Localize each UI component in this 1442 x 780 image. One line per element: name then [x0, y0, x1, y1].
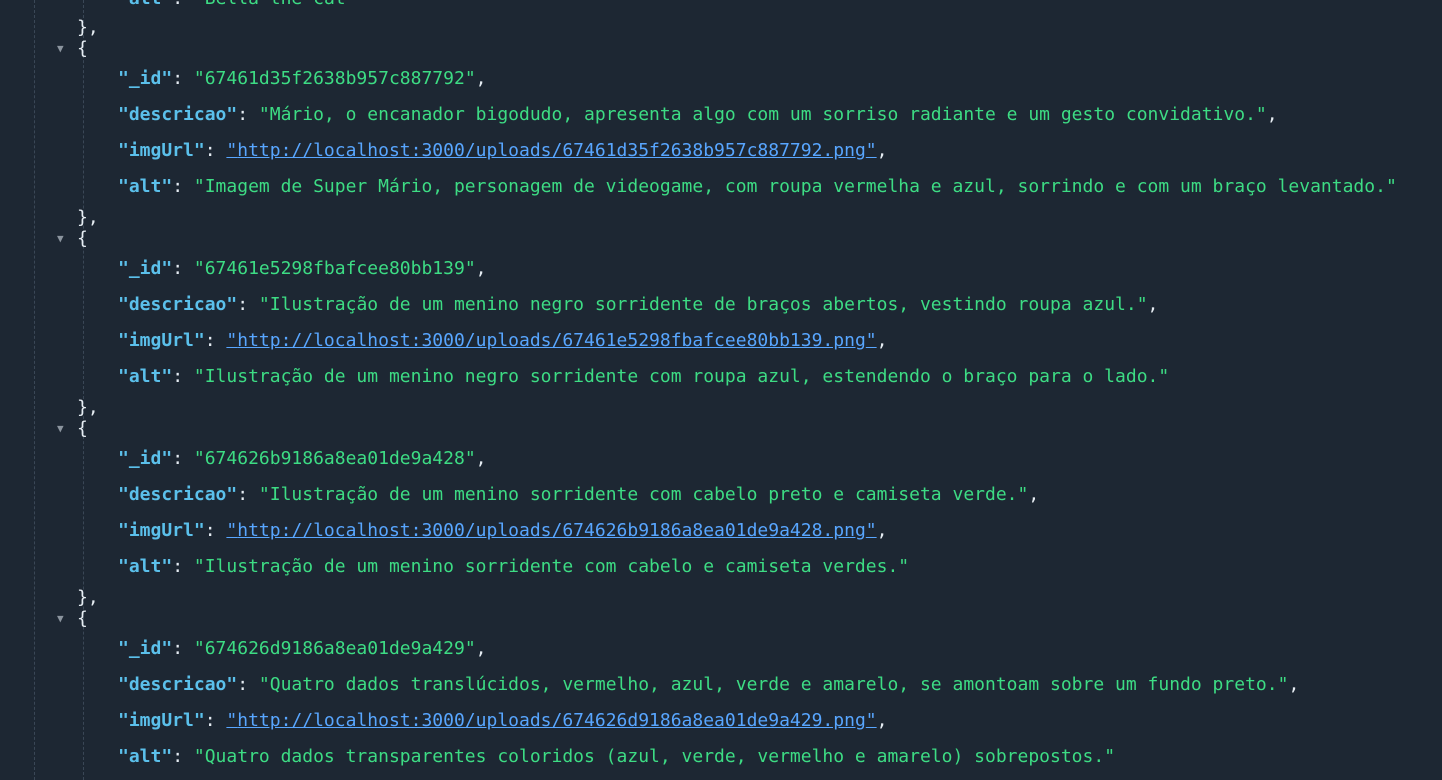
object-open-row: ▼ {: [57, 38, 88, 59]
json-key: "imgUrl": [118, 710, 205, 731]
imgurl-row: "imgUrl": "http://localhost:3000/uploads…: [118, 140, 888, 161]
img-url-link[interactable]: "http://localhost:3000/uploads/674626d91…: [226, 710, 876, 731]
json-key: "imgUrl": [118, 520, 205, 541]
alt-value: "Ilustração de um menino sorridente com …: [193, 556, 910, 577]
object-open-row: ▼ {: [57, 608, 88, 629]
descricao-value: "Ilustração de um menino sorridente com …: [258, 484, 1029, 505]
descricao-value: "Quatro dados translúcidos, vermelho, az…: [258, 674, 1289, 695]
json-key: "imgUrl": [118, 140, 205, 161]
indent-guide: [83, 0, 84, 780]
json-key: "_id": [118, 68, 173, 89]
object-open-row: ▼ {: [57, 228, 88, 249]
alt-row: "alt": "Ilustração de um menino negro so…: [118, 366, 1170, 387]
img-url-link[interactable]: "http://localhost:3000/uploads/67461e529…: [226, 330, 876, 351]
object-open-row: ▼ {: [57, 418, 88, 439]
descricao-row: "descricao": "Mário, o encanador bigodud…: [118, 104, 1278, 125]
json-key: "imgUrl": [118, 330, 205, 351]
alt-row: "alt": "Ilustração de um menino sorriden…: [118, 556, 910, 577]
descricao-row: "descricao": "Ilustração de um menino ne…: [118, 294, 1159, 315]
id-row: "_id": "674626d9186a8ea01de9a429",: [118, 638, 487, 659]
json-string-value: "Bella the cat": [194, 0, 357, 9]
json-key: "descricao": [118, 674, 238, 695]
json-key: "descricao": [118, 104, 238, 125]
alt-value: "Imagem de Super Mário, personagem de vi…: [193, 176, 1397, 197]
img-url-link[interactable]: "http://localhost:3000/uploads/674626b91…: [226, 520, 876, 541]
json-key: "_id": [118, 638, 173, 659]
id-row: "_id": "67461d35f2638b957c887792",: [118, 68, 487, 89]
alt-value: "Ilustração de um menino negro sorrident…: [193, 366, 1170, 387]
alt-value: "Quatro dados transparentes coloridos (a…: [193, 746, 1116, 767]
descricao-row: "descricao": "Ilustração de um menino so…: [118, 484, 1040, 505]
json-key: "descricao": [118, 484, 238, 505]
collapse-toggle-icon[interactable]: ▼: [57, 607, 69, 631]
json-key: "alt": [118, 0, 172, 9]
collapse-toggle-icon[interactable]: ▼: [57, 417, 69, 441]
id-row: "_id": "67461e5298fbafcee80bb139",: [118, 258, 487, 279]
imgurl-row: "imgUrl": "http://localhost:3000/uploads…: [118, 710, 888, 731]
imgurl-row: "imgUrl": "http://localhost:3000/uploads…: [118, 330, 888, 351]
descricao-value: "Ilustração de um menino negro sorrident…: [258, 294, 1148, 315]
json-key: "descricao": [118, 294, 238, 315]
json-viewer: "alt": "Bella the cat" }, ▼ { "_id": "67…: [0, 0, 1442, 780]
id-value: "674626d9186a8ea01de9a429": [193, 638, 476, 659]
descricao-value: "Mário, o encanador bigodudo, apresenta …: [258, 104, 1267, 125]
collapse-toggle-icon[interactable]: ▼: [57, 227, 69, 251]
json-key: "alt": [118, 556, 173, 577]
json-key: "_id": [118, 448, 173, 469]
json-key: "alt": [118, 176, 173, 197]
id-value: "67461d35f2638b957c887792": [193, 68, 476, 89]
id-value: "67461e5298fbafcee80bb139": [193, 258, 476, 279]
id-value: "674626b9186a8ea01de9a428": [193, 448, 476, 469]
alt-row: "alt": "Imagem de Super Mário, personage…: [118, 176, 1397, 197]
img-url-link[interactable]: "http://localhost:3000/uploads/67461d35f…: [226, 140, 876, 161]
json-key: "alt": [118, 366, 173, 387]
id-row: "_id": "674626b9186a8ea01de9a428",: [118, 448, 487, 469]
prev-alt-row: "alt": "Bella the cat": [0, 0, 356, 11]
alt-row: "alt": "Quatro dados transparentes color…: [118, 746, 1116, 767]
descricao-row: "descricao": "Quatro dados translúcidos,…: [118, 674, 1300, 695]
collapse-toggle-icon[interactable]: ▼: [57, 37, 69, 61]
json-key: "_id": [118, 258, 173, 279]
json-key: "alt": [118, 746, 173, 767]
imgurl-row: "imgUrl": "http://localhost:3000/uploads…: [118, 520, 888, 541]
